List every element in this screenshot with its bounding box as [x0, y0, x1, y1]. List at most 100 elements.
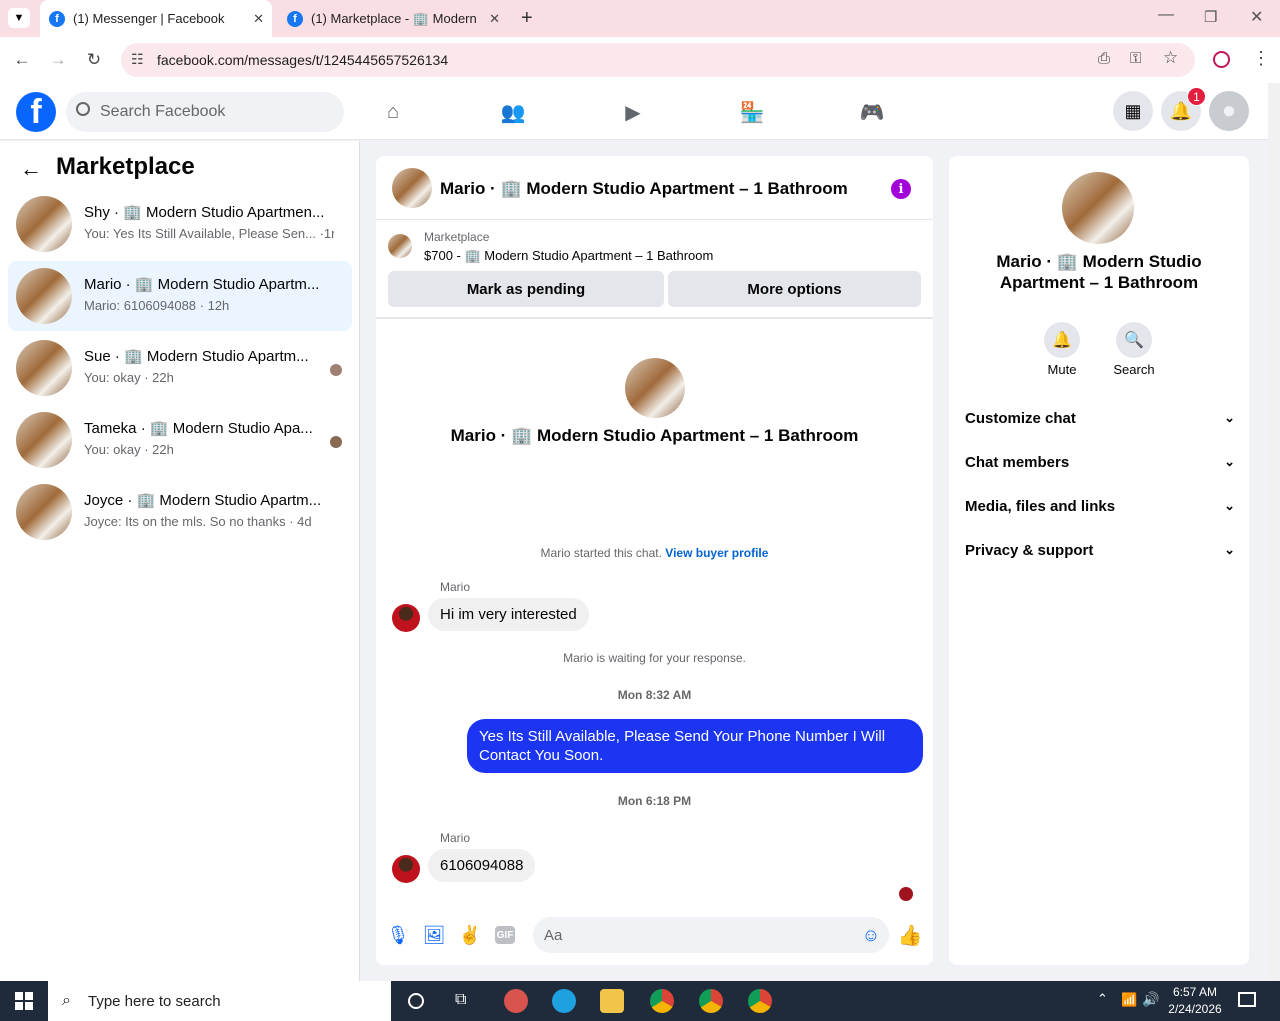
notification-center-icon[interactable] — [1238, 992, 1256, 1007]
marketplace-label: Marketplace — [424, 230, 490, 244]
reload-icon[interactable]: ↻ — [84, 50, 104, 70]
edge-icon[interactable] — [552, 989, 576, 1013]
conversation-preview: You: okay · 22h — [84, 370, 174, 385]
incoming-message[interactable]: 6106094088 — [428, 849, 536, 882]
message-input[interactable]: Aa — [533, 917, 889, 953]
profile-chrome-icon[interactable] — [1213, 51, 1230, 68]
restore-icon[interactable]: ❐ — [1204, 8, 1217, 26]
close-window-icon[interactable]: ✕ — [1250, 7, 1263, 27]
listing-thumbnail — [16, 412, 72, 468]
chevron-down-icon: ⌄ — [1224, 542, 1235, 557]
microphone-icon[interactable]: 🎙 — [387, 924, 410, 946]
privacy-support-section[interactable]: Privacy & support ⌄ — [965, 542, 1235, 559]
minimize-icon[interactable]: — — [1158, 6, 1174, 24]
chrome-icon[interactable] — [748, 989, 772, 1013]
search-icon[interactable]: 🔍 — [1116, 322, 1152, 358]
friends-icon[interactable]: 👥 — [500, 99, 526, 125]
section-label: Customize chat — [965, 410, 1076, 427]
mark-as-pending-button[interactable]: Mark as pending — [388, 271, 664, 307]
sender-name: Mario — [440, 580, 471, 594]
chrome-icon[interactable] — [650, 989, 674, 1013]
conversation-name: Sue · 🏢 Modern Studio Apartm... — [84, 348, 309, 365]
password-key-icon[interactable]: ⚿ — [1130, 50, 1141, 67]
windows-start-icon[interactable] — [15, 992, 33, 1010]
view-buyer-profile-link[interactable]: View buyer profile — [665, 546, 768, 560]
media-files-links-section[interactable]: Media, files and links ⌄ — [965, 498, 1235, 515]
forward-icon[interactable]: → — [48, 50, 68, 70]
photo-icon[interactable]: 🖼 — [423, 924, 446, 946]
conversation-item[interactable]: Shy · 🏢 Modern Studio Apartmen... You: Y… — [8, 189, 352, 259]
customize-chat-section[interactable]: Customize chat ⌄ — [965, 410, 1235, 427]
conversation-item[interactable]: Mario · 🏢 Modern Studio Apartm... Mario:… — [8, 261, 352, 331]
site-info-icon[interactable]: ☷ — [131, 51, 144, 68]
profile-icon[interactable]: ● — [1209, 91, 1249, 131]
url-text[interactable]: facebook.com/messages/t/1245445657526134 — [157, 52, 448, 68]
new-tab-icon[interactable]: + — [521, 7, 533, 30]
volume-icon[interactable]: 🔊 — [1142, 991, 1159, 1008]
gif-icon[interactable]: GIF — [495, 926, 515, 944]
close-tab-icon[interactable]: ✕ — [489, 11, 500, 27]
started-text: Mario started this chat. — [540, 546, 662, 560]
chat-title[interactable]: Mario · 🏢 Modern Studio Apartment – 1 Ba… — [440, 179, 848, 199]
avatar[interactable] — [392, 855, 420, 883]
chat-avatar[interactable] — [392, 168, 432, 208]
close-tab-icon[interactable]: ✕ — [253, 11, 264, 27]
info-icon[interactable]: i — [891, 179, 911, 199]
taskbar-clock[interactable]: 6:57 AM 2/24/2026 — [1166, 984, 1224, 1018]
conversation-item[interactable]: Tameka · 🏢 Modern Studio Apa... You: oka… — [8, 405, 352, 475]
tab-marketplace[interactable]: f (1) Marketplace - 🏢 Modern St ✕ — [278, 0, 508, 37]
incoming-message[interactable]: Hi im very interested — [428, 598, 589, 631]
sticker-icon[interactable]: ✌ — [459, 924, 481, 946]
intro-avatar — [625, 358, 685, 418]
sidebar-title: Marketplace — [56, 153, 195, 180]
chrome-icon[interactable] — [699, 989, 723, 1013]
chat-members-section[interactable]: Chat members ⌄ — [965, 454, 1235, 471]
cortana-icon[interactable] — [408, 993, 424, 1009]
tab-messenger[interactable]: f (1) Messenger | Facebook ✕ — [40, 0, 272, 37]
page-scrollbar[interactable] — [1268, 83, 1280, 981]
listing-price-title[interactable]: $700 - 🏢 Modern Studio Apartment – 1 Bat… — [424, 248, 713, 264]
like-thumb-icon[interactable]: 👍 — [898, 924, 923, 947]
back-arrow-icon[interactable]: ← — [20, 156, 42, 182]
bookmark-star-icon[interactable]: ☆ — [1163, 48, 1178, 68]
file-explorer-icon[interactable] — [600, 989, 624, 1013]
search-facebook-input[interactable]: Search Facebook — [66, 92, 344, 132]
network-icon[interactable]: 📶 — [1121, 992, 1137, 1008]
listing-thumbnail — [16, 196, 72, 252]
mute-bell-icon[interactable]: 🔔 — [1044, 322, 1080, 358]
tab-search-chevron-icon[interactable]: ▼ — [8, 8, 30, 28]
seen-avatar — [328, 362, 344, 378]
search-label: Search — [1113, 362, 1155, 377]
tray-chevron-icon[interactable]: ⌃ — [1097, 991, 1108, 1007]
chevron-down-icon: ⌄ — [1224, 498, 1235, 513]
outgoing-message[interactable]: Yes Its Still Available, Please Send You… — [467, 719, 923, 773]
install-app-icon[interactable]: ⎙ — [1098, 50, 1110, 67]
taskbar-search-input[interactable]: Type here to search — [48, 981, 391, 1021]
mute-label: Mute — [1047, 362, 1077, 377]
task-view-icon[interactable]: ⧉ — [455, 991, 466, 1009]
back-icon[interactable]: ← — [12, 50, 32, 70]
home-icon[interactable]: ⌂ — [380, 99, 406, 125]
conversation-preview: You: okay · 22h — [84, 442, 174, 457]
chat-started-notice: Mario started this chat. View buyer prof… — [376, 546, 933, 560]
gaming-icon[interactable]: 🎮 — [859, 99, 885, 125]
conversation-name: Tameka · 🏢 Modern Studio Apa... — [84, 420, 313, 437]
notification-badge: 1 — [1187, 87, 1206, 106]
conversation-item[interactable]: Sue · 🏢 Modern Studio Apartm... You: oka… — [8, 333, 352, 403]
conversation-preview: Mario: 6106094088 · 12h — [84, 298, 230, 313]
seen-avatar — [328, 434, 344, 450]
marketplace-icon[interactable]: 🏪 — [739, 99, 765, 125]
menu-grid-icon[interactable]: ▦ — [1113, 91, 1153, 131]
app-icon[interactable] — [504, 989, 528, 1013]
video-icon[interactable]: ▶ — [620, 99, 646, 125]
timestamp: Mon 8:32 AM — [617, 688, 692, 702]
listing-thumbnail — [16, 484, 72, 540]
listing-thumbnail — [16, 268, 72, 324]
read-receipt-avatar — [899, 887, 913, 901]
emoji-icon[interactable]: ☺ — [860, 924, 882, 946]
facebook-logo-icon[interactable]: f — [16, 92, 56, 132]
avatar[interactable] — [392, 604, 420, 632]
conversation-item[interactable]: Joyce · 🏢 Modern Studio Apartm... Joyce:… — [8, 477, 352, 547]
chrome-menu-icon[interactable]: ⋮ — [1252, 48, 1270, 69]
more-options-button[interactable]: More options — [668, 271, 921, 307]
